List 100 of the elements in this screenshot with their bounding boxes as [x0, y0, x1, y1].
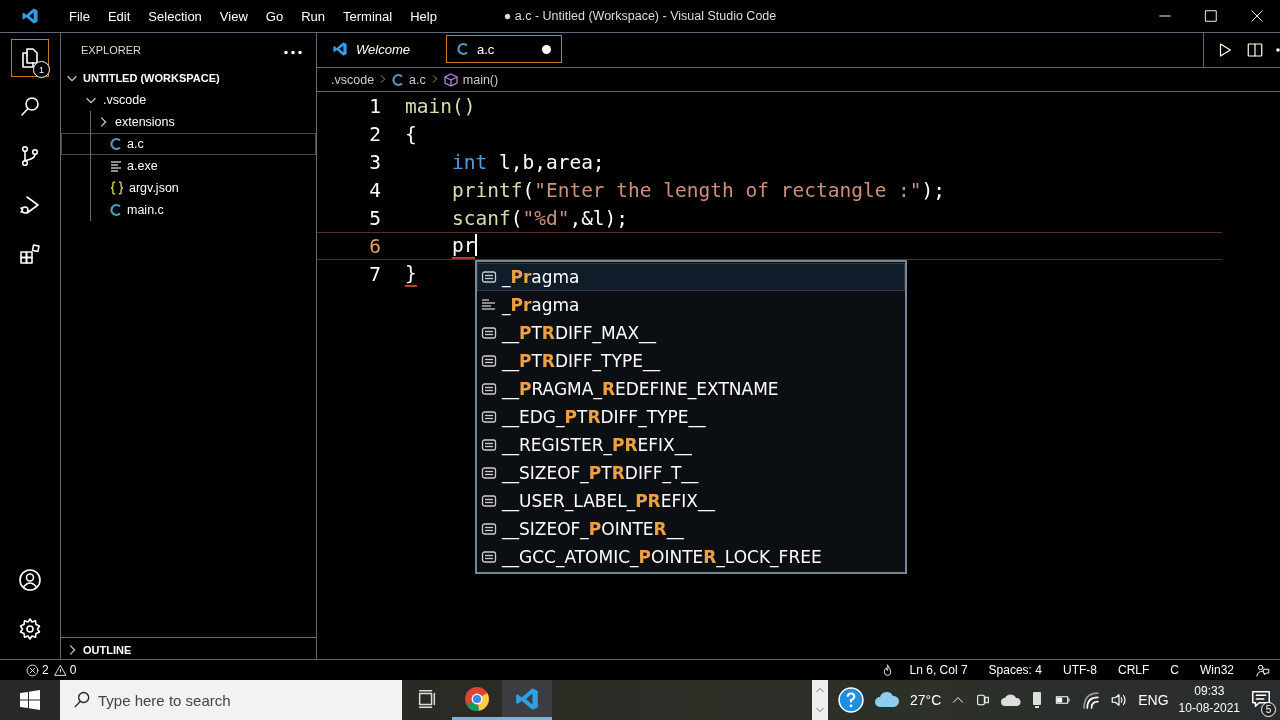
line-number: 7: [368, 262, 381, 286]
status-item[interactable]: Ln 6, Col 7: [909, 663, 968, 677]
menu-item[interactable]: Go: [256, 8, 293, 24]
suggestion-item[interactable]: __SIZEOF_PTRDIFF_T__: [477, 459, 905, 487]
c-file-icon: [110, 203, 122, 217]
tree-item[interactable]: a.c: [61, 133, 316, 155]
status-item[interactable]: UTF-8: [1062, 663, 1097, 677]
tree-item[interactable]: main.c: [61, 199, 316, 221]
menu-item[interactable]: Terminal: [334, 8, 402, 24]
line-number: 1: [368, 94, 381, 118]
warning-count[interactable]: 0: [53, 663, 77, 677]
suggestion-item[interactable]: __PRAGMA_REDEFINE_EXTNAME: [477, 375, 905, 403]
code-line: pr: [450, 233, 478, 259]
count-badge: 5: [1261, 701, 1276, 717]
text-icon: [481, 326, 497, 340]
code-line: printf("Enter the length of rectangle :");: [450, 178, 946, 202]
code-line: main(): [405, 94, 476, 118]
tree-item[interactable]: extensions: [61, 111, 316, 133]
text-icon: [481, 550, 497, 564]
menu-item[interactable]: Help: [401, 8, 446, 24]
more-icon: [1276, 48, 1280, 52]
account-icon: [18, 566, 42, 594]
panel-title: EXPLORER: [81, 44, 141, 56]
text-icon: [481, 270, 497, 284]
suggestion-item[interactable]: __USER_LABEL_PREFIX__: [477, 487, 905, 515]
status-item[interactable]: C: [1170, 663, 1179, 677]
weather-temperature[interactable]: 27°C: [910, 692, 942, 708]
line-number: 6: [368, 234, 381, 258]
line-number: 2: [368, 122, 381, 146]
c-file-icon: [457, 42, 469, 56]
onedrive-icon: [1001, 693, 1022, 707]
down-icon: [815, 705, 825, 715]
text-icon: [481, 410, 497, 424]
vscode-logo-icon: [332, 41, 348, 57]
text-icon: [481, 494, 497, 508]
wifi-icon: [1083, 691, 1101, 709]
vscode-logo-icon: [21, 7, 39, 25]
menu-item[interactable]: Edit: [98, 8, 140, 24]
clock[interactable]: 09:33 10-08-2021: [1178, 683, 1240, 717]
text-icon: [481, 522, 497, 536]
tree-item[interactable]: .vscode: [61, 89, 316, 111]
code-line: scanf("%d",&l);: [450, 206, 629, 230]
text-icon: [481, 438, 497, 452]
error-icon: [26, 663, 39, 677]
task-view-icon: [416, 687, 438, 710]
error-count[interactable]: 2: [26, 663, 49, 677]
feedback-icon: [1255, 662, 1270, 678]
activity-button[interactable]: 1: [11, 39, 49, 77]
language-indicator[interactable]: ENG: [1138, 692, 1169, 708]
count-badge: 1: [33, 61, 50, 78]
up-icon: [815, 685, 825, 695]
suggestion-item[interactable]: __PTRDIFF_MAX__: [477, 319, 905, 347]
tree-item[interactable]: argv.json: [61, 177, 316, 199]
editor-tab[interactable]: a.c: [446, 35, 562, 63]
line-number: 3: [368, 150, 381, 174]
suggestion-item[interactable]: __PTRDIFF_TYPE__: [477, 347, 905, 375]
status-item[interactable]: Win32: [1200, 663, 1234, 677]
meet-icon: [975, 692, 992, 708]
suggestion-item[interactable]: _Pragma: [477, 291, 905, 319]
taskbar-app[interactable]: [502, 680, 552, 720]
menu-item[interactable]: Run: [292, 8, 334, 24]
c-file-icon: [110, 137, 122, 151]
suggestion-item[interactable]: __GCC_ATOMIC_POINTER_LOCK_FREE: [477, 543, 905, 571]
line-number: 4: [368, 178, 381, 202]
more-icon: [284, 49, 302, 55]
menu-item[interactable]: View: [210, 8, 257, 24]
editor-tab[interactable]: Welcome: [321, 35, 437, 63]
breadcrumb[interactable]: main(): [462, 72, 499, 87]
c-file-icon: [392, 72, 405, 87]
cloud-icon: [874, 690, 900, 710]
help-icon[interactable]: [838, 687, 864, 713]
cube-icon: [443, 72, 458, 87]
menu-item[interactable]: File: [60, 8, 99, 24]
breadcrumb[interactable]: .vscode: [331, 72, 375, 87]
status-item[interactable]: CRLF: [1117, 663, 1150, 677]
tree-item[interactable]: a.exe: [61, 155, 316, 177]
settings-icon: [18, 615, 42, 643]
snippet-icon: [481, 298, 497, 312]
workspace-header[interactable]: UNTITLED (WORKSPACE): [61, 67, 316, 89]
suggestion-item[interactable]: __EDG_PTRDIFF_TYPE__: [477, 403, 905, 431]
code-line: {: [405, 122, 417, 146]
text-icon: [481, 466, 497, 480]
suggestion-item[interactable]: __REGISTER_PREFIX__: [477, 431, 905, 459]
text-icon: [481, 354, 497, 368]
code-line: int l,b,area;: [450, 150, 605, 174]
breadcrumb[interactable]: a.c: [409, 72, 426, 87]
status-item[interactable]: Spaces: 4: [988, 663, 1042, 677]
suggestion-item[interactable]: _Pragma: [477, 263, 905, 291]
outline-header[interactable]: OUTLINE: [61, 637, 316, 659]
taskbar-search-field[interactable]: Type here to search: [60, 680, 402, 720]
maximize-icon: [1204, 9, 1218, 23]
windows-icon: [20, 690, 40, 710]
suggestion-item[interactable]: __SIZEOF_POINTER__: [477, 515, 905, 543]
lines-file-icon: [110, 160, 122, 172]
split-editor-icon: [1246, 41, 1264, 59]
code-line: }: [405, 261, 417, 287]
text-icon: [481, 382, 497, 396]
volume-icon: [1110, 691, 1129, 709]
phone-icon: [1031, 691, 1044, 709]
menu-item[interactable]: Selection: [139, 8, 211, 24]
